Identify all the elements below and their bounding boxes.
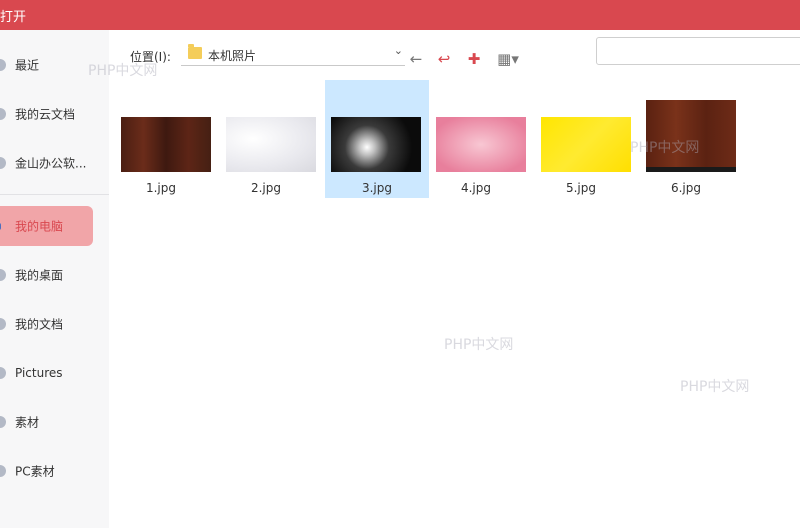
up-folder-icon[interactable]: ↩ xyxy=(435,50,453,68)
desktop-icon xyxy=(0,269,6,281)
file-item-2[interactable]: 2.jpg xyxy=(214,80,318,198)
thumbnail-taskbar xyxy=(646,167,736,172)
sidebar: 最近 我的云文档 金山办公软... 我的电脑 我的桌面 我的文档 Picture… xyxy=(0,30,109,528)
sidebar-item-label: Pictures xyxy=(15,366,63,380)
sidebar-item-materials[interactable]: 素材 xyxy=(0,402,109,442)
sidebar-divider xyxy=(0,194,109,195)
sidebar-item-cloud-docs[interactable]: 我的云文档 xyxy=(0,94,109,134)
file-name: 1.jpg xyxy=(145,181,177,195)
window-title: 打开 xyxy=(0,10,27,25)
folder-icon xyxy=(188,44,202,59)
file-name: 6.jpg xyxy=(670,181,702,195)
folder-icon xyxy=(0,465,6,477)
sidebar-item-my-computer[interactable]: 我的电脑 xyxy=(0,206,93,246)
pictures-icon xyxy=(0,367,6,379)
sidebar-item-label: 我的桌面 xyxy=(15,268,64,283)
file-item-5[interactable]: 5.jpg xyxy=(529,80,633,198)
file-item-1[interactable]: 1.jpg xyxy=(109,80,213,198)
kingsoft-icon xyxy=(0,157,6,169)
file-name: 5.jpg xyxy=(565,181,597,195)
file-name: 4.jpg xyxy=(460,181,492,195)
sidebar-item-label: 金山办公软... xyxy=(15,156,87,171)
title-bar: 打开 xyxy=(0,0,800,30)
sidebar-item-label: 最近 xyxy=(15,58,40,73)
sidebar-item-label: 素材 xyxy=(15,415,40,430)
file-item-6[interactable]: 6.jpg xyxy=(634,80,738,198)
sidebar-item-label: 我的电脑 xyxy=(15,219,64,234)
sidebar-item-pictures[interactable]: Pictures xyxy=(0,353,109,393)
sidebar-item-recent[interactable]: 最近 xyxy=(0,45,109,85)
sidebar-item-pc-materials[interactable]: PC素材 xyxy=(0,451,109,491)
image-thumbnail xyxy=(436,117,526,172)
sidebar-item-label: 我的文档 xyxy=(15,317,64,332)
file-item-3[interactable]: 3.jpg xyxy=(325,80,429,198)
toolbar: 位置(I): 本机照片 ⌄ ← ↩ ✚ ▦▾ xyxy=(109,30,800,80)
sidebar-item-documents[interactable]: 我的文档 xyxy=(0,304,109,344)
documents-icon xyxy=(0,318,6,330)
cloud-icon xyxy=(0,108,6,120)
file-view: 1.jpg 2.jpg 3.jpg 4.jpg 5.jpg 6.jpg xyxy=(109,80,800,528)
location-select[interactable]: 本机照片 ⌄ xyxy=(181,44,405,66)
chevron-down-icon[interactable]: ⌄ xyxy=(394,44,403,57)
sidebar-item-desktop[interactable]: 我的桌面 xyxy=(0,255,109,295)
image-thumbnail xyxy=(646,100,736,172)
back-icon[interactable]: ← xyxy=(407,50,425,68)
location-path: 本机照片 xyxy=(208,49,257,63)
image-thumbnail xyxy=(331,117,421,172)
file-name: 2.jpg xyxy=(250,181,282,195)
file-name: 3.jpg xyxy=(361,181,393,195)
view-grid-icon[interactable]: ▦▾ xyxy=(495,50,521,68)
recent-icon xyxy=(0,59,6,71)
image-thumbnail xyxy=(226,117,316,172)
file-item-4[interactable]: 4.jpg xyxy=(424,80,528,198)
sidebar-item-kingsoft[interactable]: 金山办公软... xyxy=(0,143,109,183)
new-folder-icon[interactable]: ✚ xyxy=(465,50,483,68)
computer-icon xyxy=(0,223,1,230)
sidebar-item-label: PC素材 xyxy=(15,464,55,479)
sidebar-item-label: 我的云文档 xyxy=(15,107,76,122)
folder-icon xyxy=(0,416,6,428)
search-input[interactable] xyxy=(596,37,800,65)
image-thumbnail xyxy=(541,117,631,172)
image-thumbnail xyxy=(121,117,211,172)
location-label: 位置(I): xyxy=(130,50,171,64)
